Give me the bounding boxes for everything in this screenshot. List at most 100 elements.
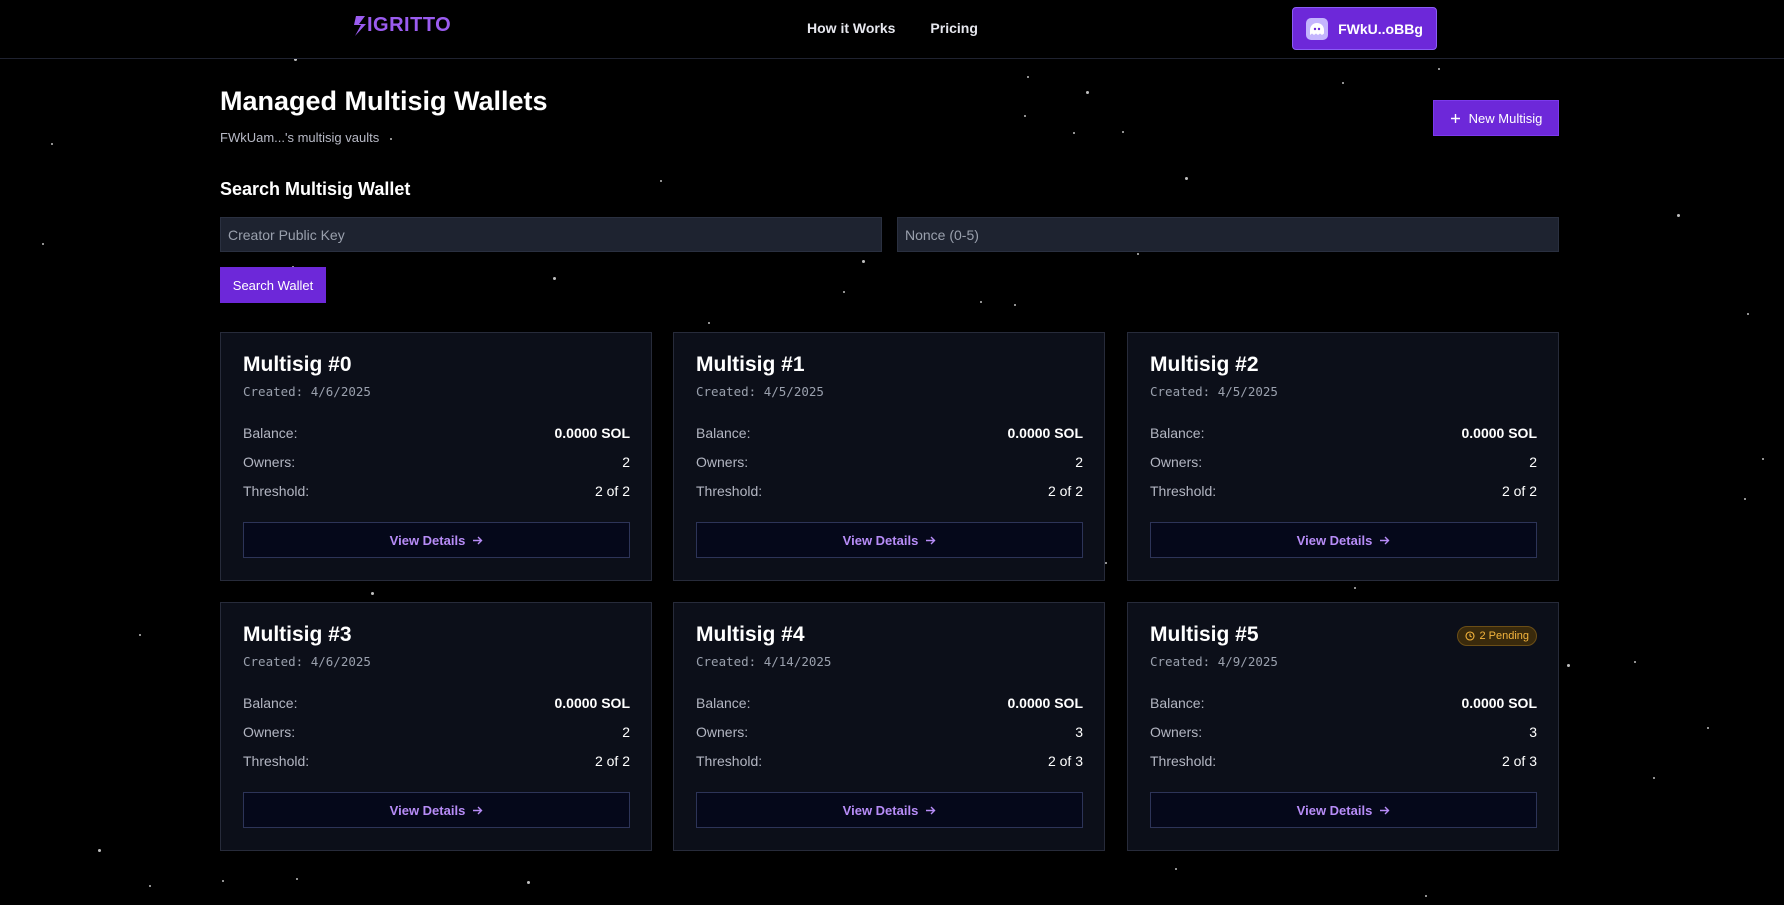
star (1175, 868, 1177, 870)
balance-value: 0.0000 SOL (1007, 695, 1084, 711)
balance-value: 0.0000 SOL (554, 425, 631, 441)
star (390, 138, 392, 140)
balance-row: Balance: 0.0000 SOL (243, 695, 630, 711)
nav-link-pricing[interactable]: Pricing (930, 20, 977, 36)
star (1014, 304, 1016, 306)
creator-public-key-input[interactable] (220, 217, 882, 252)
threshold-label: Threshold: (243, 753, 310, 769)
star (139, 634, 141, 636)
owners-label: Owners: (1150, 724, 1203, 740)
multisig-card: Multisig #2 Created: 4/5/2025 Balance: 0.… (1127, 332, 1559, 581)
nav-link-how-it-works[interactable]: How it Works (807, 20, 895, 36)
card-created-date: Created: 4/6/2025 (243, 654, 371, 669)
owners-row: Owners: 2 (696, 454, 1083, 470)
balance-label: Balance: (243, 425, 298, 441)
threshold-value: 2 of 3 (1047, 753, 1083, 769)
star (1634, 661, 1636, 663)
star (527, 881, 530, 884)
balance-label: Balance: (243, 695, 298, 711)
owners-label: Owners: (696, 454, 749, 470)
threshold-row: Threshold: 2 of 2 (1150, 483, 1537, 499)
threshold-value: 2 of 2 (1047, 483, 1083, 499)
star (1086, 91, 1089, 94)
view-details-button[interactable]: View Details (243, 792, 630, 828)
card-title: Multisig #4 (696, 623, 805, 646)
threshold-label: Threshold: (1150, 483, 1217, 499)
balance-row: Balance: 0.0000 SOL (1150, 425, 1537, 441)
threshold-row: Threshold: 2 of 3 (1150, 753, 1537, 769)
view-details-label: View Details (1296, 802, 1373, 818)
owners-row: Owners: 2 (243, 454, 630, 470)
star (98, 849, 101, 852)
card-title: Multisig #2 (1150, 353, 1259, 376)
owners-row: Owners: 3 (1150, 724, 1537, 740)
view-details-button[interactable]: View Details (1150, 792, 1537, 828)
card-title: Multisig #1 (696, 353, 805, 376)
star (1747, 313, 1749, 315)
search-wallet-button[interactable]: Search Wallet (220, 267, 326, 303)
plus-icon (1450, 113, 1460, 123)
star (1744, 498, 1746, 500)
star (1707, 727, 1709, 729)
star (553, 277, 556, 280)
star (1567, 664, 1570, 667)
owners-row: Owners: 2 (243, 724, 630, 740)
new-multisig-label: New Multisig (1468, 110, 1543, 126)
star (1027, 76, 1029, 78)
view-details-button[interactable]: View Details (243, 522, 630, 558)
balance-label: Balance: (696, 425, 751, 441)
card-created-date: Created: 4/14/2025 (696, 654, 832, 669)
nav-links: How it Works Pricing (807, 20, 978, 36)
star (51, 143, 53, 145)
new-multisig-button[interactable]: New Multisig (1433, 100, 1559, 136)
threshold-label: Threshold: (243, 483, 310, 499)
threshold-row: Threshold: 2 of 2 (696, 483, 1083, 499)
star (1105, 562, 1107, 564)
card-created-date: Created: 4/9/2025 (1150, 654, 1278, 669)
page-subtitle: FWkUam...'s multisig vaults (220, 130, 380, 145)
view-details-button[interactable]: View Details (696, 522, 1083, 558)
logo-text: IGRITTO (367, 14, 452, 36)
star (1762, 458, 1764, 460)
threshold-label: Threshold: (696, 483, 763, 499)
balance-row: Balance: 0.0000 SOL (696, 425, 1083, 441)
threshold-row: Threshold: 2 of 2 (243, 753, 630, 769)
arrow-right-icon (1380, 806, 1390, 814)
arrow-right-icon (473, 536, 483, 544)
view-details-button[interactable]: View Details (696, 792, 1083, 828)
ghost-wallet-icon (1306, 17, 1329, 40)
threshold-label: Threshold: (696, 753, 763, 769)
balance-value: 0.0000 SOL (1007, 425, 1084, 441)
balance-value: 0.0000 SOL (1461, 695, 1538, 711)
owners-label: Owners: (243, 724, 296, 740)
logo[interactable]: IGRITTO (354, 14, 451, 37)
pending-badge-label: 2 Pending (1479, 630, 1529, 642)
card-title: Multisig #0 (243, 353, 352, 376)
wallet-button[interactable]: FWkU..oBBg (1292, 7, 1437, 50)
balance-row: Balance: 0.0000 SOL (1150, 695, 1537, 711)
star (1185, 177, 1188, 180)
balance-value: 0.0000 SOL (554, 695, 631, 711)
star (660, 180, 662, 182)
owners-value: 2 (622, 724, 630, 740)
star (708, 322, 710, 324)
star (1342, 82, 1344, 84)
star (1073, 132, 1075, 134)
navbar: IGRITTO How it Works Pricing FWkU..oBBg (0, 0, 1784, 59)
arrow-right-icon (1380, 536, 1390, 544)
arrow-right-icon (926, 536, 936, 544)
view-details-button[interactable]: View Details (1150, 522, 1537, 558)
clock-icon (1465, 631, 1476, 641)
card-title: Multisig #3 (243, 623, 352, 646)
owners-row: Owners: 3 (696, 724, 1083, 740)
owners-value: 2 (622, 454, 630, 470)
card-created-date: Created: 4/5/2025 (696, 384, 824, 399)
multisig-card: Multisig #0 Created: 4/6/2025 Balance: 0.… (220, 332, 652, 581)
multisig-card: Multisig #5 2 Pending Created: 4/9/2025 … (1127, 602, 1559, 851)
star (1425, 895, 1427, 897)
star (1137, 253, 1139, 255)
star (843, 291, 845, 293)
owners-label: Owners: (243, 454, 296, 470)
star (222, 880, 224, 882)
nonce-input[interactable] (897, 217, 1559, 252)
